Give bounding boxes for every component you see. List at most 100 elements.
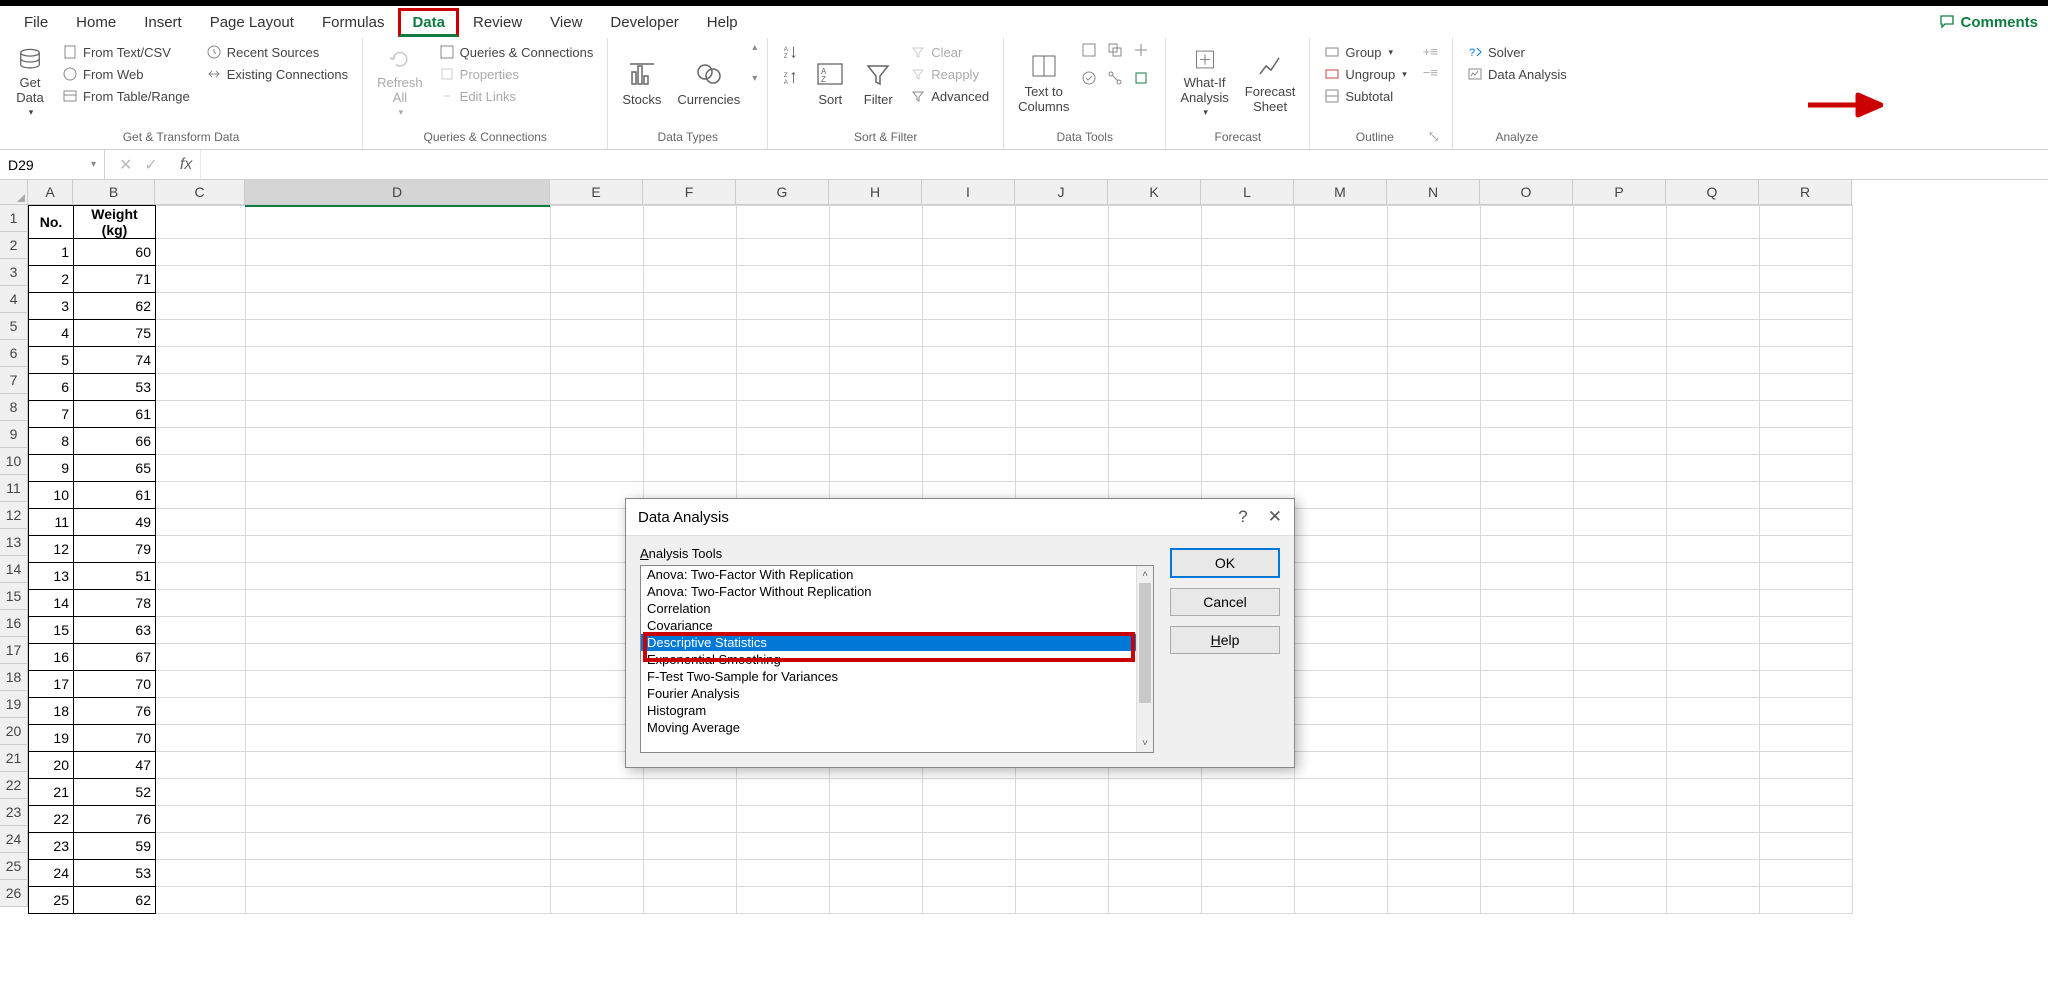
cell-C17[interactable] (156, 644, 246, 671)
cell-J2[interactable] (1016, 239, 1109, 266)
cell-H22[interactable] (830, 779, 923, 806)
tool-item[interactable]: Fourier Analysis (641, 685, 1153, 702)
cell-P1[interactable] (1574, 206, 1667, 239)
cell-K3[interactable] (1109, 266, 1202, 293)
cell-E10[interactable] (551, 455, 644, 482)
cell-A25[interactable]: 24 (29, 860, 74, 887)
cell-D18[interactable] (246, 671, 551, 698)
cell-A19[interactable]: 18 (29, 698, 74, 725)
cell-H3[interactable] (830, 266, 923, 293)
cell-R5[interactable] (1760, 320, 1853, 347)
cell-O12[interactable] (1481, 509, 1574, 536)
cell-Q19[interactable] (1667, 698, 1760, 725)
cell-A13[interactable]: 12 (29, 536, 74, 563)
cell-K4[interactable] (1109, 293, 1202, 320)
cell-Q2[interactable] (1667, 239, 1760, 266)
text-to-columns[interactable]: Text to Columns (1014, 42, 1073, 122)
cell-J4[interactable] (1016, 293, 1109, 320)
cell-L8[interactable] (1202, 401, 1295, 428)
row-header-1[interactable]: 1 (0, 205, 28, 232)
cell-O16[interactable] (1481, 617, 1574, 644)
cell-B8[interactable]: 61 (74, 401, 156, 428)
cell-Q22[interactable] (1667, 779, 1760, 806)
cell-D5[interactable] (246, 320, 551, 347)
scroll-up[interactable]: ˄ (1137, 566, 1153, 583)
cell-Q15[interactable] (1667, 590, 1760, 617)
cell-A14[interactable]: 13 (29, 563, 74, 590)
cell-N1[interactable] (1388, 206, 1481, 239)
cell-N14[interactable] (1388, 563, 1481, 590)
cell-C9[interactable] (156, 428, 246, 455)
cell-J22[interactable] (1016, 779, 1109, 806)
cell-D6[interactable] (246, 347, 551, 374)
cell-B21[interactable]: 47 (74, 752, 156, 779)
cell-R18[interactable] (1760, 671, 1853, 698)
cell-P7[interactable] (1574, 374, 1667, 401)
cell-B16[interactable]: 63 (74, 617, 156, 644)
cell-R16[interactable] (1760, 617, 1853, 644)
cell-E5[interactable] (551, 320, 644, 347)
cell-D22[interactable] (246, 779, 551, 806)
cell-N20[interactable] (1388, 725, 1481, 752)
tab-formulas[interactable]: Formulas (308, 8, 399, 37)
cell-N23[interactable] (1388, 806, 1481, 833)
cell-H10[interactable] (830, 455, 923, 482)
cell-N11[interactable] (1388, 482, 1481, 509)
col-header-B[interactable]: B (73, 180, 155, 205)
cell-L26[interactable] (1202, 887, 1295, 914)
cell-P13[interactable] (1574, 536, 1667, 563)
cell-A2[interactable]: 1 (29, 239, 74, 266)
cell-B6[interactable]: 74 (74, 347, 156, 374)
cell-G23[interactable] (737, 806, 830, 833)
cell-P5[interactable] (1574, 320, 1667, 347)
cell-M17[interactable] (1295, 644, 1388, 671)
cell-C8[interactable] (156, 401, 246, 428)
cell-Q23[interactable] (1667, 806, 1760, 833)
from-web[interactable]: From Web (58, 64, 194, 84)
cell-J1[interactable] (1016, 206, 1109, 239)
filter-button[interactable]: Filter (858, 42, 898, 122)
cell-P12[interactable] (1574, 509, 1667, 536)
cell-P8[interactable] (1574, 401, 1667, 428)
cell-G10[interactable] (737, 455, 830, 482)
cell-Q5[interactable] (1667, 320, 1760, 347)
cell-M21[interactable] (1295, 752, 1388, 779)
cell-K2[interactable] (1109, 239, 1202, 266)
cell-Q9[interactable] (1667, 428, 1760, 455)
cell-M10[interactable] (1295, 455, 1388, 482)
cell-O23[interactable] (1481, 806, 1574, 833)
cell-P21[interactable] (1574, 752, 1667, 779)
cell-M20[interactable] (1295, 725, 1388, 752)
recent-sources[interactable]: Recent Sources (202, 42, 352, 62)
cell-O5[interactable] (1481, 320, 1574, 347)
cell-Q26[interactable] (1667, 887, 1760, 914)
forecast-sheet-button[interactable]: Forecast Sheet (1241, 42, 1300, 122)
row-header-5[interactable]: 5 (0, 313, 28, 340)
col-header-F[interactable]: F (643, 180, 736, 205)
formula-input[interactable] (201, 157, 2048, 173)
cell-Q24[interactable] (1667, 833, 1760, 860)
what-if-button[interactable]: What-If Analysis▾ (1176, 42, 1232, 122)
comments-button[interactable]: Comments (1939, 14, 2038, 31)
fx-icon[interactable]: fx (172, 150, 201, 179)
cell-H2[interactable] (830, 239, 923, 266)
select-all-corner[interactable] (0, 180, 28, 205)
subtotal-button[interactable]: Subtotal (1320, 86, 1410, 106)
cell-N4[interactable] (1388, 293, 1481, 320)
col-header-O[interactable]: O (1480, 180, 1573, 205)
cell-M12[interactable] (1295, 509, 1388, 536)
cell-O14[interactable] (1481, 563, 1574, 590)
cell-P15[interactable] (1574, 590, 1667, 617)
cell-C10[interactable] (156, 455, 246, 482)
cell-B4[interactable]: 62 (74, 293, 156, 320)
cell-P9[interactable] (1574, 428, 1667, 455)
cell-Q17[interactable] (1667, 644, 1760, 671)
tool-item[interactable]: Correlation (641, 600, 1153, 617)
cell-B19[interactable]: 76 (74, 698, 156, 725)
sort-za[interactable]: ZA (778, 68, 802, 88)
cell-E26[interactable] (551, 887, 644, 914)
cell-Q6[interactable] (1667, 347, 1760, 374)
data-validation-icon[interactable] (1081, 70, 1097, 86)
cell-M9[interactable] (1295, 428, 1388, 455)
cell-D16[interactable] (246, 617, 551, 644)
